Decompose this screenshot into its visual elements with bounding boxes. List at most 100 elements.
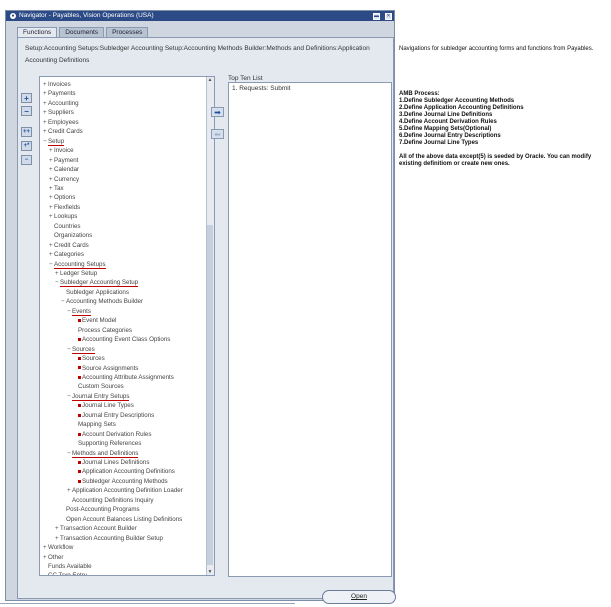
tree-node-label: Other: [48, 553, 64, 561]
tree-node-label: Journal Entry Setups: [72, 392, 130, 401]
remove-from-top-ten-button[interactable]: ⬅: [211, 129, 224, 139]
tree-node-label: Subledger Applications: [66, 288, 129, 296]
bullet-marker-icon: [78, 356, 81, 360]
tree-node[interactable]: +Payments: [43, 89, 76, 98]
tree-node[interactable]: +Flexfields: [49, 203, 80, 212]
tree-node[interactable]: Subledger Applications: [61, 288, 129, 297]
tree-node-label: Journal Line Types: [82, 402, 134, 410]
tree-node[interactable]: −Events: [67, 307, 91, 316]
tree-node[interactable]: Account Derivation Rules: [73, 430, 151, 439]
collapse-all-button[interactable]: −: [21, 155, 32, 165]
tree-node-label: Methods and Definitions: [72, 449, 139, 458]
tree-node[interactable]: Source Assignments: [73, 364, 138, 373]
tree-node[interactable]: Accounting Definitions Inquiry: [67, 496, 154, 505]
tree-node[interactable]: −Accounting Methods Builder: [61, 297, 143, 306]
tree-node-label: Account Derivation Rules: [82, 430, 152, 438]
tree-node[interactable]: +Other: [43, 553, 63, 562]
divider: [0, 603, 295, 604]
tree-node[interactable]: +Payment: [49, 156, 78, 165]
tab-processes[interactable]: Processes: [106, 27, 149, 37]
bullet-marker-icon: [78, 432, 81, 436]
tree-node[interactable]: Custom Sources: [73, 382, 124, 391]
tree-node[interactable]: +Ledger Setup: [55, 269, 97, 278]
tree-node[interactable]: +Accounting: [43, 99, 79, 108]
top-ten-item[interactable]: 1. Requests: Submit: [232, 85, 291, 92]
tree-node-label: Application Accounting Definitions: [82, 468, 175, 476]
tree-node[interactable]: +Employees: [43, 118, 79, 127]
scroll-up-icon[interactable]: ▲: [207, 77, 213, 83]
tree-node[interactable]: Accounting Event Class Options: [73, 335, 170, 344]
tree-node[interactable]: −Journal Entry Setups: [67, 392, 130, 401]
tree-node[interactable]: +Credit Cards: [49, 241, 89, 250]
expand-all-button[interactable]: +*: [21, 141, 32, 151]
tree-node[interactable]: Journal Line Types: [73, 401, 134, 410]
tree-node[interactable]: Application Accounting Definitions: [73, 467, 175, 476]
tree-node-label: Event Model: [82, 317, 117, 325]
tree-node[interactable]: Journal Entry Descriptions: [73, 411, 154, 420]
tree-node[interactable]: +Categories: [49, 250, 84, 259]
bullet-marker-icon: [78, 460, 81, 464]
tree-node[interactable]: Countries: [49, 222, 80, 231]
tab-documents[interactable]: Documents: [59, 27, 105, 37]
tree-node-label: Currency: [54, 175, 80, 183]
tab-functions[interactable]: Functions: [17, 27, 58, 37]
tree-node[interactable]: +Application Accounting Definition Loade…: [67, 486, 183, 495]
tree-node[interactable]: +Workflow: [43, 543, 73, 552]
tree-node-label: Payments: [48, 90, 76, 98]
tree-node[interactable]: Accounting Attribute Assignments: [73, 373, 174, 382]
tree-node[interactable]: +Calendar: [49, 165, 79, 174]
tree-node-label: Organizations: [54, 232, 93, 240]
tree-node-label: Accounting Setups: [54, 260, 106, 269]
tree-node[interactable]: +Options: [49, 193, 75, 202]
tree-node[interactable]: Mapping Sets: [73, 420, 116, 429]
tree-node[interactable]: +Lookups: [49, 212, 77, 221]
tree-node[interactable]: −Accounting Setups: [49, 260, 106, 269]
minimize-icon[interactable]: ▬: [373, 12, 380, 20]
tree-node[interactable]: +Tax: [49, 184, 64, 193]
bullet-marker-icon: [78, 470, 81, 474]
tree-node[interactable]: Organizations: [49, 231, 92, 240]
tree-node-label: Accounting Attribute Assignments: [82, 373, 174, 381]
tree-node[interactable]: CC Trxn Entry: [43, 571, 87, 575]
tree-node-label: Transaction Account Builder: [60, 525, 137, 533]
tree-node[interactable]: +Currency: [49, 175, 79, 184]
tree-node[interactable]: +Suppliers: [43, 108, 74, 117]
tree-node[interactable]: −Setup: [43, 137, 65, 146]
tree-node[interactable]: Event Model: [73, 316, 116, 325]
scroll-thumb[interactable]: [207, 225, 213, 565]
tree-node[interactable]: Open Account Balances Listing Definition…: [61, 515, 182, 524]
tree-node[interactable]: −Methods and Definitions: [67, 449, 139, 458]
tree-node[interactable]: Journal Lines Definitions: [73, 458, 149, 467]
annotation-notes: Navigations for subledger accounting for…: [399, 46, 604, 168]
title-bar: ● Navigator - Payables, Vision Operation…: [6, 11, 394, 21]
open-button[interactable]: Open: [322, 590, 396, 604]
tree-node[interactable]: −Subledger Accounting Setup: [55, 278, 139, 288]
arrow-right-icon: ➡: [214, 107, 221, 117]
tree-node[interactable]: Post-Accounting Programs: [61, 505, 140, 514]
tree-node[interactable]: Subledger Accounting Methods: [73, 477, 168, 486]
tree-node[interactable]: Funds Available: [43, 562, 92, 571]
tree-node-label: Funds Available: [48, 562, 92, 570]
bullet-marker-icon: [78, 404, 81, 408]
bullet-marker-icon: [78, 413, 81, 417]
tree-node[interactable]: +Credit Cards: [43, 127, 83, 136]
tree-node[interactable]: Sources: [73, 354, 105, 363]
tree-node[interactable]: +Transaction Account Builder: [55, 524, 137, 533]
expand-button[interactable]: +: [21, 93, 32, 103]
tree-node-label: Tax: [54, 184, 64, 192]
tree-node[interactable]: +Transaction Accounting Builder Setup: [55, 534, 163, 543]
close-icon[interactable]: ✕: [385, 12, 392, 20]
tree-node[interactable]: Supporting References: [73, 439, 141, 448]
tree-node[interactable]: −Sources: [67, 345, 95, 354]
expand-branch-button[interactable]: ++: [21, 127, 32, 137]
tree-node[interactable]: +Invoices: [43, 80, 71, 89]
tree-node-label: Credit Cards: [54, 241, 89, 249]
add-to-top-ten-button[interactable]: ➡: [211, 107, 224, 117]
tree-node-label: Sources: [72, 345, 95, 354]
scroll-down-icon[interactable]: ▼: [207, 569, 213, 575]
arrow-left-icon: ⬅: [214, 129, 221, 139]
tree-scrollbar[interactable]: ▲ ▼: [206, 77, 214, 575]
tree-node[interactable]: +Invoice: [49, 146, 74, 155]
collapse-button[interactable]: −: [21, 106, 32, 116]
tree-node[interactable]: Process Categories: [73, 326, 132, 335]
